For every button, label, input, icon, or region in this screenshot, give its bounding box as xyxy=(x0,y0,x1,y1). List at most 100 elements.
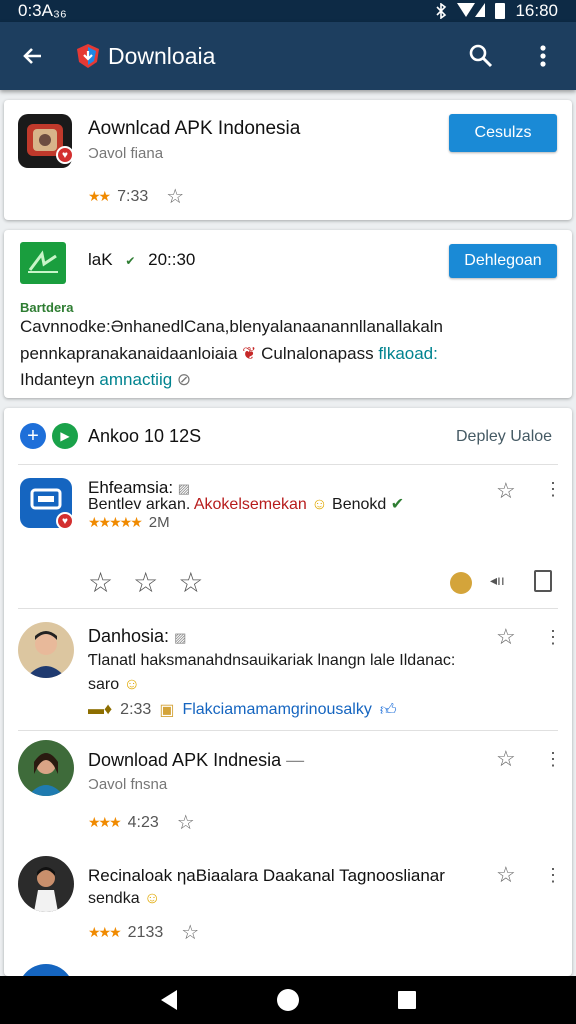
primary-action-button[interactable]: Cesulzs xyxy=(449,114,557,152)
note-icon: ▣ xyxy=(159,702,175,719)
item-more-icon[interactable]: ⋮ xyxy=(544,628,562,646)
item-description: Bentlev arkan. Akokelsemekan ☺ Benokd ✔ xyxy=(88,494,404,514)
item-more-icon[interactable]: ⋮ xyxy=(544,866,562,884)
item-title: Download APK Indnesia — xyxy=(88,750,304,771)
list-header-action[interactable]: Depley Ualoe xyxy=(456,428,552,446)
volume-icon[interactable]: ◂ıı xyxy=(490,572,505,589)
rate-star-3-icon[interactable]: ☆ xyxy=(178,566,203,599)
favorite-star-icon[interactable]: ☆ xyxy=(496,862,516,888)
item-desc-a: Bentlev arkan. xyxy=(88,496,191,513)
check-emoji-icon: ✔ xyxy=(390,496,405,513)
app-title: Downloaia xyxy=(108,42,216,69)
list-header-title: Ankoo 10 12S xyxy=(88,426,202,446)
description-link[interactable]: flkaoad: xyxy=(378,344,438,363)
app-title-text: ƖaK xyxy=(88,250,113,269)
favorite-star-icon[interactable]: ☆ xyxy=(496,746,516,772)
item-title: Danhosia: ▨ xyxy=(88,626,186,647)
app-developer: Ɔavol fiana xyxy=(88,145,164,162)
item-description-2: saro ☺ xyxy=(88,676,140,694)
description-link-2[interactable]: amnactiig xyxy=(99,370,172,389)
favorite-star-outline-icon[interactable]: ☆ xyxy=(181,920,199,945)
app-card-featured[interactable]: ♥ Aownlcad APK Indonesia Ɔavol fiana ★★ … xyxy=(4,100,572,220)
description-text-b: Culnalonapass xyxy=(261,344,374,363)
favorite-star-icon[interactable]: ☆ xyxy=(166,184,184,209)
status-icons: 16:80 xyxy=(435,1,558,21)
play-circle-icon[interactable]: ▶ xyxy=(52,423,78,449)
system-nav-bar xyxy=(0,976,576,1024)
item-desc-c: Benokd xyxy=(332,496,387,513)
item-more-icon[interactable]: ⋮ xyxy=(544,480,562,498)
item-more-icon[interactable]: ⋮ xyxy=(544,750,562,768)
status-time: 0:3A₃₆ xyxy=(18,1,67,20)
item-desc-text: saro xyxy=(88,676,120,693)
verified-check-icon: ✔ xyxy=(125,254,136,268)
avatar xyxy=(18,622,74,678)
grin-emoji-icon: ☺ xyxy=(123,676,140,693)
app-bar: Downloaia xyxy=(0,22,576,90)
description-text-c: Ihdanteyn xyxy=(20,370,95,389)
description-text-a: pennkapranakanaidaanloiaia xyxy=(20,344,238,363)
gift-box-icon: ▬♦ xyxy=(88,701,113,718)
search-icon xyxy=(469,44,493,68)
thumbs-up-icon: 👍︎ xyxy=(379,701,397,719)
app-logo-icon xyxy=(77,44,99,68)
rating-stars-icon: ★★★ xyxy=(88,924,122,940)
app-icon xyxy=(20,242,66,284)
status-clock: 16:80 xyxy=(515,1,558,20)
heart-badge-icon: ♥ xyxy=(56,512,74,530)
item-title-text: Danhosia: xyxy=(88,626,170,646)
battery-icon xyxy=(495,3,506,19)
meta-link[interactable]: Flakciamamamgrinousalky xyxy=(182,701,371,719)
arrow-back-icon xyxy=(23,48,41,64)
app-list-card: + ▶ Ankoo 10 12S Depley Ualoe ♥ Ehfeamsi… xyxy=(4,408,572,976)
plus-circle-icon[interactable]: + xyxy=(20,423,46,449)
item-title: Recinaloak ƞaBiaalara Daakanal Tagnoosli… xyxy=(88,866,445,885)
smile-emoji-icon: ☺ xyxy=(311,496,333,513)
item-desc-b: Akokelsemekan xyxy=(193,496,307,513)
item-subtitle: Ɔavol fnsna xyxy=(88,776,168,793)
recents-icon[interactable] xyxy=(397,990,417,1010)
back-icon[interactable] xyxy=(159,989,179,1011)
primary-action-button[interactable]: Dehlegoan xyxy=(449,244,557,278)
coin-icon xyxy=(450,572,472,594)
app-time: 20::30 xyxy=(148,250,196,269)
grin-emoji-icon: ☺ xyxy=(144,890,161,907)
item-meta: ▬♦ 2:33 ▣ Flakciamamamgrinousalky 👍︎ xyxy=(88,700,397,720)
search-button[interactable] xyxy=(460,35,502,77)
rating-count: 2M xyxy=(148,514,170,531)
divider xyxy=(18,608,558,609)
bookmark-icon[interactable] xyxy=(534,570,552,592)
item-time: 2133 xyxy=(127,923,164,941)
divider xyxy=(18,464,558,465)
rate-star-1-icon[interactable]: ☆ xyxy=(88,566,113,599)
category-label: Bartdera xyxy=(20,300,74,315)
rating-stars-icon: ★★★★★ xyxy=(88,514,143,530)
app-time: 7:33 xyxy=(117,187,149,205)
app-title: ƖaK ✔ 20::30 xyxy=(88,250,195,270)
avatar xyxy=(18,740,74,796)
description-line-1: Cavnnodke:ƏnhanedlCana,blenyalanaanannll… xyxy=(20,317,444,336)
gift-icon: ❦ xyxy=(242,344,262,363)
item-meta: ★★★ 4:23 ☆ xyxy=(88,810,195,835)
favorite-star-icon[interactable]: ☆ xyxy=(496,478,516,504)
favorite-star-outline-icon[interactable]: ☆ xyxy=(177,810,195,835)
item-description: Ƭlanatl haksmanahdnsauikariak lnangn lal… xyxy=(88,652,456,669)
avatar xyxy=(18,964,74,976)
back-button[interactable] xyxy=(12,35,54,77)
description-line-3: Ihdanteyn amnactiig ⊘ xyxy=(20,370,191,390)
meta-time: 2:33 xyxy=(120,701,152,718)
more-vert-icon xyxy=(540,45,546,67)
rate-star-2-icon[interactable]: ☆ xyxy=(133,566,158,599)
rate-row: ☆ ☆ ☆ xyxy=(88,566,203,599)
home-icon[interactable] xyxy=(276,988,300,1012)
item-meta: ★★★★★ 2M xyxy=(88,514,170,531)
overflow-menu-button[interactable] xyxy=(522,35,564,77)
bluetooth-icon xyxy=(436,3,447,19)
rating-stars-icon: ★★ xyxy=(88,188,111,204)
signal-icon xyxy=(457,3,486,17)
app-card-secondary[interactable]: ƖaK ✔ 20::30 Dehlegoan Bartdera Cavnnodk… xyxy=(4,230,572,398)
item-desc-text: sendka xyxy=(88,890,140,907)
description-line-2: pennkapranakanaidaanloiaia ❦ Culnalonapa… xyxy=(20,344,438,364)
item-title-dash: — xyxy=(286,750,305,770)
favorite-star-icon[interactable]: ☆ xyxy=(496,624,516,650)
